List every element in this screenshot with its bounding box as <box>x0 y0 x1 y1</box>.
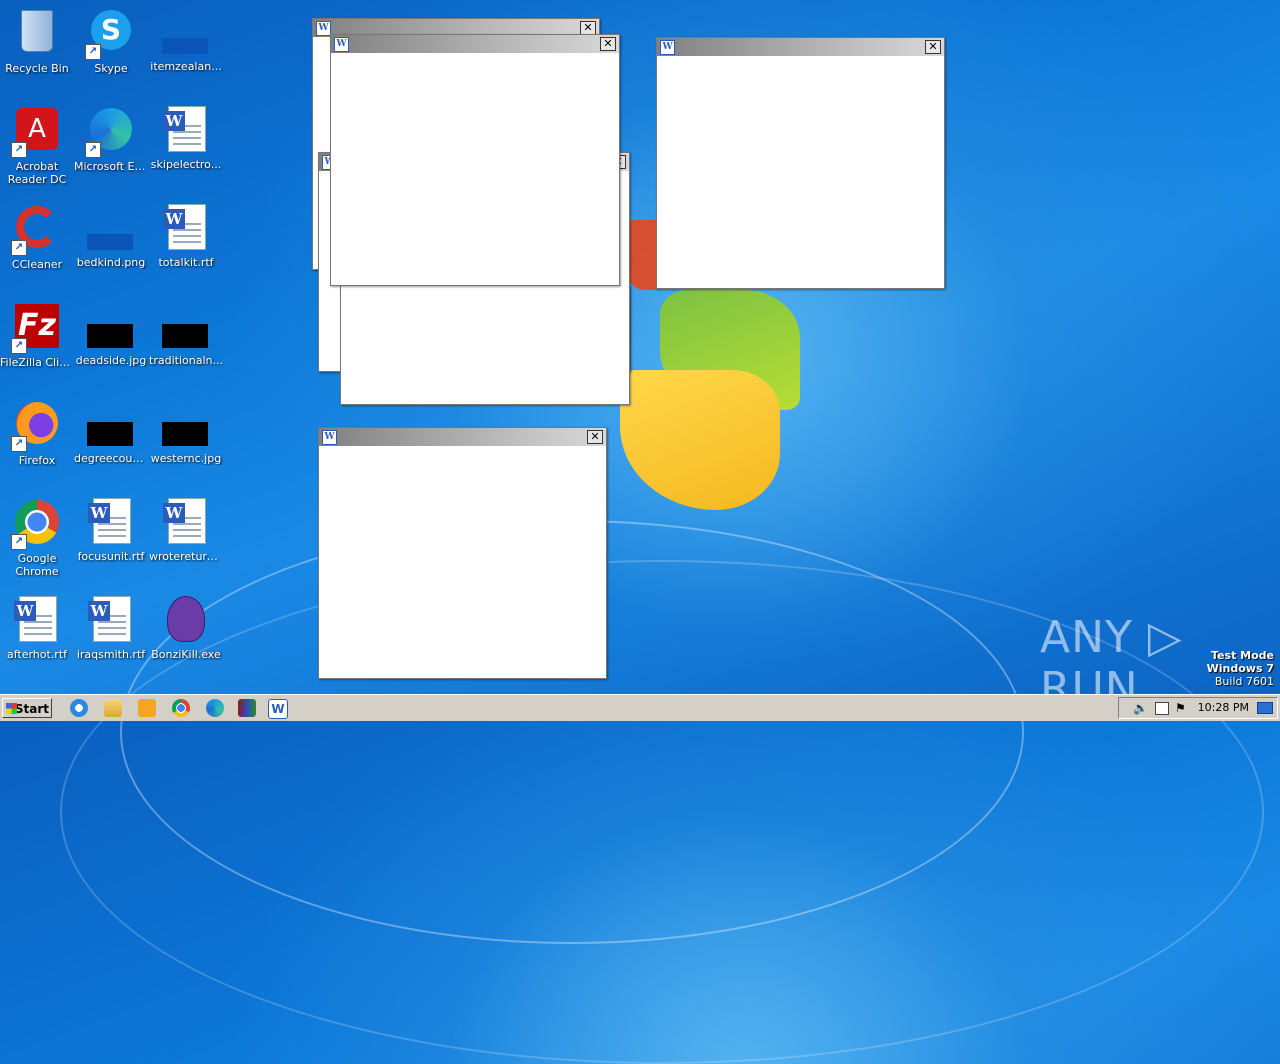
winrar-icon[interactable] <box>238 699 256 717</box>
popup-window[interactable]: W✕ <box>330 34 620 286</box>
word-doc-icon: W <box>162 106 210 154</box>
skype-icon: S ↗ <box>85 10 135 60</box>
edge-icon: ↗ <box>85 108 135 158</box>
desktop-icon-file[interactable]: westernc.jpg <box>149 400 223 465</box>
system-tray: 🔈 ⚑ 10:28 PM <box>1118 697 1278 719</box>
image-file-icon <box>162 8 210 56</box>
acrobat-icon: A ↗ <box>11 108 61 158</box>
start-button[interactable]: Start <box>2 698 52 718</box>
ccleaner-icon: ↗ <box>11 206 61 256</box>
desktop-icon-ccleaner[interactable]: ↗ CCleaner <box>0 204 74 271</box>
popup-window[interactable]: W✕ <box>318 427 607 679</box>
desktop-icon-firefox[interactable]: ↗ Firefox <box>0 400 74 467</box>
clock[interactable]: 10:28 PM <box>1198 701 1249 714</box>
desktop-icon-file[interactable]: W wrotereturn... <box>149 498 223 563</box>
windows-flag-icon <box>6 703 17 714</box>
chrome-icon: ↗ <box>11 500 61 550</box>
window-titlebar[interactable]: W✕ <box>331 35 619 53</box>
window-titlebar[interactable]: W✕ <box>319 428 606 446</box>
desktop-icon-chrome[interactable]: ↗ Google Chrome <box>0 498 74 578</box>
word-app-icon: W <box>660 40 675 55</box>
word-doc-icon: W <box>162 204 210 252</box>
desktop-icon-skype[interactable]: S ↗ Skype <box>74 8 148 75</box>
word-app-icon: W <box>334 37 349 52</box>
edge-taskbar-icon[interactable] <box>206 699 224 717</box>
popup-window[interactable] <box>340 286 630 405</box>
word-doc-icon: W <box>87 498 135 546</box>
show-desktop-icon[interactable] <box>1257 702 1273 714</box>
taskbar: Start W 🔈 ⚑ 10:28 PM <box>0 694 1280 721</box>
recycle-bin-icon <box>13 10 61 58</box>
close-icon[interactable]: ✕ <box>587 430 603 444</box>
desktop-icon-file[interactable]: deadside.jpg <box>74 302 148 367</box>
close-icon[interactable]: ✕ <box>925 40 941 54</box>
desktop-icon-recycle-bin[interactable]: Recycle Bin <box>0 8 74 75</box>
close-icon[interactable]: ✕ <box>600 37 616 51</box>
image-file-icon <box>87 400 135 448</box>
desktop-icon-file[interactable]: bedkind.png <box>74 204 148 269</box>
image-file-icon <box>162 302 210 350</box>
desktop-icon-bonzikill[interactable]: BonziKill.exe <box>149 596 223 661</box>
internet-explorer-icon[interactable] <box>70 699 88 717</box>
media-player-icon[interactable] <box>138 699 156 717</box>
desktop-icon-filezilla[interactable]: Fz ↗ FileZilla Client <box>0 302 74 369</box>
word-app-icon: W <box>316 21 331 36</box>
word-doc-icon: W <box>162 498 210 546</box>
word-doc-icon: W <box>13 596 61 644</box>
word-app-icon: W <box>322 430 337 445</box>
close-icon[interactable]: ✕ <box>580 21 596 35</box>
firefox-icon: ↗ <box>11 402 61 452</box>
desktop-icon-file[interactable]: W totalkit.rtf <box>149 204 223 269</box>
desktop-icon-file[interactable]: degreecoun... <box>74 400 148 465</box>
bonzi-icon <box>162 596 210 644</box>
window-titlebar[interactable]: W✕ <box>657 38 944 56</box>
desktop-icon-acrobat[interactable]: A ↗ Acrobat Reader DC <box>0 106 74 186</box>
chrome-taskbar-icon[interactable] <box>172 699 190 717</box>
desktop-icon-file[interactable]: W focusunit.rtf <box>74 498 148 563</box>
desktop-icon-edge[interactable]: ↗ Microsoft Edge <box>74 106 148 173</box>
test-mode-notice: Test Mode Windows 7 Build 7601 <box>1206 649 1274 688</box>
word-taskbar-icon[interactable]: W <box>268 699 288 719</box>
image-file-icon <box>162 400 210 448</box>
desktop-icon-file[interactable]: traditionaln... <box>149 302 223 367</box>
popup-window[interactable]: W✕ <box>656 37 945 289</box>
volume-icon[interactable]: 🔈 <box>1133 701 1148 715</box>
desktop-icon-file[interactable]: W skipelectro... <box>149 106 223 171</box>
network-icon[interactable] <box>1155 702 1169 715</box>
image-file-icon <box>87 204 135 252</box>
action-center-flag-icon[interactable]: ⚑ <box>1175 701 1186 715</box>
explorer-folder-icon[interactable] <box>104 699 122 717</box>
desktop-icon-file[interactable]: W afterhot.rtf <box>0 596 74 661</box>
word-doc-icon: W <box>87 596 135 644</box>
desktop-icon-file[interactable]: W iraqsmith.rtf <box>74 596 148 661</box>
filezilla-icon: Fz ↗ <box>11 304 61 354</box>
image-file-icon <box>87 302 135 350</box>
desktop-icon-file[interactable]: itemzealan... <box>149 8 223 73</box>
